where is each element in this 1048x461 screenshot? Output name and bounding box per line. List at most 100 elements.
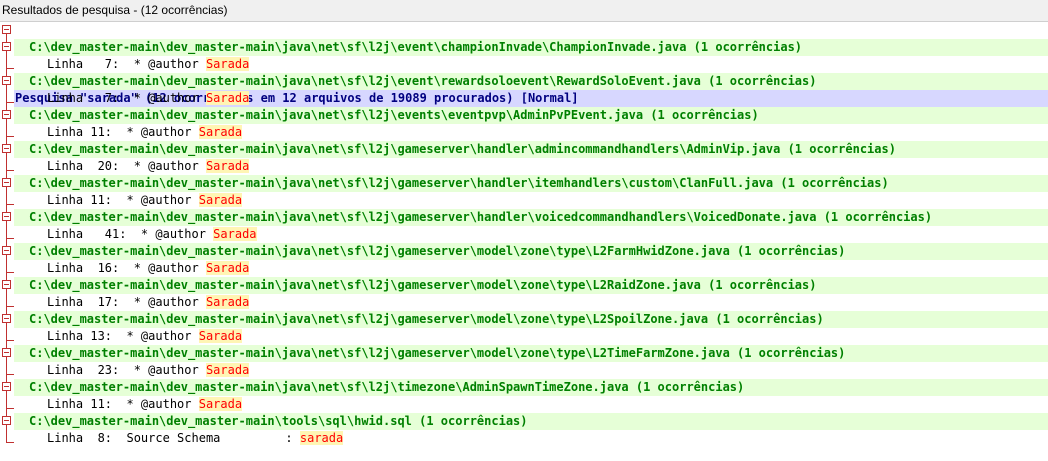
tree-branch xyxy=(6,442,14,443)
result-line-text[interactable]: Linha 7: * @author Sarada xyxy=(14,56,1048,73)
result-line-row[interactable]: Linha 7: * @author Sarada xyxy=(0,90,1048,107)
result-file-row[interactable]: C:\dev_master-main\dev_master-main\java\… xyxy=(0,107,1048,124)
match-highlight: Sarada xyxy=(198,193,243,207)
collapse-minus-icon[interactable] xyxy=(2,280,11,289)
result-file-path[interactable]: C:\dev_master-main\dev_master-main\java\… xyxy=(14,311,1048,328)
result-file-row[interactable]: C:\dev_master-main\dev_master-main\java\… xyxy=(0,73,1048,90)
result-line-row[interactable]: Linha 20: * @author Sarada xyxy=(0,158,1048,175)
result-line-text[interactable]: Linha 41: * @author Sarada xyxy=(14,226,1048,243)
collapse-minus-icon[interactable] xyxy=(2,246,11,255)
tree-line xyxy=(6,158,7,175)
match-highlight: sarada xyxy=(299,431,344,445)
line-prefix: Linha 11: * @author xyxy=(47,397,199,411)
tree-line xyxy=(6,362,7,379)
result-line-row[interactable]: Linha 17: * @author Sarada xyxy=(0,294,1048,311)
result-file-path[interactable]: C:\dev_master-main\dev_master-main\java\… xyxy=(14,209,1048,226)
result-line-text[interactable]: Linha 11: * @author Sarada xyxy=(14,396,1048,413)
line-prefix: Linha 41: * @author xyxy=(47,227,214,241)
result-line-row[interactable]: Linha 23: * @author Sarada xyxy=(0,362,1048,379)
collapse-minus-icon[interactable] xyxy=(2,25,11,34)
line-prefix: Linha 11: * @author xyxy=(47,193,199,207)
result-list: C:\dev_master-main\dev_master-main\java\… xyxy=(0,39,1048,447)
result-line-row[interactable]: Linha 11: * @author Sarada xyxy=(0,192,1048,209)
result-line-text[interactable]: Linha 16: * @author Sarada xyxy=(14,260,1048,277)
tree-branch xyxy=(6,272,14,273)
tree-line xyxy=(6,90,7,107)
result-file-row[interactable]: C:\dev_master-main\dev_master-main\java\… xyxy=(0,141,1048,158)
match-highlight: Sarada xyxy=(205,159,250,173)
result-file-path[interactable]: C:\dev_master-main\dev_master-main\tools… xyxy=(14,413,1048,430)
result-file-path[interactable]: C:\dev_master-main\dev_master-main\java\… xyxy=(14,73,1048,90)
result-file-row[interactable]: C:\dev_master-main\dev_master-main\java\… xyxy=(0,311,1048,328)
line-prefix: Linha 11: * @author xyxy=(47,125,199,139)
result-file-row[interactable]: C:\dev_master-main\dev_master-main\java\… xyxy=(0,243,1048,260)
tree-line xyxy=(6,294,7,311)
search-header-row[interactable]: Pesquisa "sarada" (12 ocorrências em 12 … xyxy=(0,22,1048,107)
result-line-text[interactable]: Linha 7: * @author Sarada xyxy=(14,90,1048,107)
result-line-text[interactable]: Linha 11: * @author Sarada xyxy=(14,192,1048,209)
result-file-row[interactable]: C:\dev_master-main\dev_master-main\java\… xyxy=(0,175,1048,192)
match-highlight: Sarada xyxy=(205,57,250,71)
collapse-minus-icon[interactable] xyxy=(2,178,11,187)
result-line-row[interactable]: Linha 13: * @author Sarada xyxy=(0,328,1048,345)
tree-line xyxy=(6,328,7,345)
result-file-row[interactable]: C:\dev_master-main\dev_master-main\java\… xyxy=(0,345,1048,362)
match-highlight: Sarada xyxy=(205,295,250,309)
result-file-path[interactable]: C:\dev_master-main\dev_master-main\java\… xyxy=(14,277,1048,294)
result-file-path[interactable]: C:\dev_master-main\dev_master-main\java\… xyxy=(14,175,1048,192)
result-file-path[interactable]: C:\dev_master-main\dev_master-main\java\… xyxy=(14,39,1048,56)
result-line-row[interactable]: Linha 11: * @author Sarada xyxy=(0,124,1048,141)
result-file-row[interactable]: C:\dev_master-main\dev_master-main\java\… xyxy=(0,209,1048,226)
result-file-row[interactable]: C:\dev_master-main\dev_master-main\java\… xyxy=(0,379,1048,396)
result-file-path[interactable]: C:\dev_master-main\dev_master-main\java\… xyxy=(14,379,1048,396)
line-prefix: Linha 16: * @author xyxy=(47,261,206,275)
match-highlight: Sarada xyxy=(205,91,250,105)
result-line-row[interactable]: Linha 16: * @author Sarada xyxy=(0,260,1048,277)
line-prefix: Linha 13: * @author xyxy=(47,329,199,343)
line-prefix: Linha 7: * @author xyxy=(47,91,206,105)
tree-branch xyxy=(6,306,14,307)
collapse-minus-icon[interactable] xyxy=(2,212,11,221)
result-line-text[interactable]: Linha 8: Source Schema : sarada xyxy=(14,430,1048,447)
match-highlight: Sarada xyxy=(198,397,243,411)
result-line-row[interactable]: Linha 41: * @author Sarada xyxy=(0,226,1048,243)
result-line-row[interactable]: Linha 11: * @author Sarada xyxy=(0,396,1048,413)
tree-branch xyxy=(6,68,14,69)
collapse-minus-icon[interactable] xyxy=(2,110,11,119)
result-file-row[interactable]: C:\dev_master-main\dev_master-main\tools… xyxy=(0,413,1048,430)
match-highlight: Sarada xyxy=(205,363,250,377)
result-file-path[interactable]: C:\dev_master-main\dev_master-main\java\… xyxy=(14,243,1048,260)
tree-branch xyxy=(6,204,14,205)
result-file-row[interactable]: C:\dev_master-main\dev_master-main\java\… xyxy=(0,277,1048,294)
result-line-text[interactable]: Linha 11: * @author Sarada xyxy=(14,124,1048,141)
line-prefix: Linha 8: Source Schema : xyxy=(47,431,300,445)
tree-line xyxy=(6,260,7,277)
collapse-minus-icon[interactable] xyxy=(2,42,11,51)
collapse-minus-icon[interactable] xyxy=(2,382,11,391)
tree-branch xyxy=(6,102,14,103)
result-file-path[interactable]: C:\dev_master-main\dev_master-main\java\… xyxy=(14,141,1048,158)
tree-branch xyxy=(6,408,14,409)
result-line-text[interactable]: Linha 13: * @author Sarada xyxy=(14,328,1048,345)
tree-branch xyxy=(6,238,14,239)
collapse-minus-icon[interactable] xyxy=(2,416,11,425)
collapse-minus-icon[interactable] xyxy=(2,348,11,357)
result-file-path[interactable]: C:\dev_master-main\dev_master-main\java\… xyxy=(14,345,1048,362)
result-file-path[interactable]: C:\dev_master-main\dev_master-main\java\… xyxy=(14,107,1048,124)
tree-line xyxy=(6,396,7,413)
collapse-minus-icon[interactable] xyxy=(2,76,11,85)
result-line-text[interactable]: Linha 23: * @author Sarada xyxy=(14,362,1048,379)
tree-line xyxy=(6,226,7,243)
result-line-text[interactable]: Linha 17: * @author Sarada xyxy=(14,294,1048,311)
result-line-text[interactable]: Linha 20: * @author Sarada xyxy=(14,158,1048,175)
result-line-row[interactable]: Linha 7: * @author Sarada xyxy=(0,56,1048,73)
tree-line xyxy=(6,192,7,209)
collapse-minus-icon[interactable] xyxy=(2,314,11,323)
result-line-row[interactable]: Linha 8: Source Schema : sarada xyxy=(0,430,1048,447)
tree-branch xyxy=(6,136,14,137)
tree-branch xyxy=(6,340,14,341)
line-prefix: Linha 23: * @author xyxy=(47,363,206,377)
collapse-minus-icon[interactable] xyxy=(2,144,11,153)
match-highlight: Sarada xyxy=(198,125,243,139)
result-file-row[interactable]: C:\dev_master-main\dev_master-main\java\… xyxy=(0,39,1048,56)
